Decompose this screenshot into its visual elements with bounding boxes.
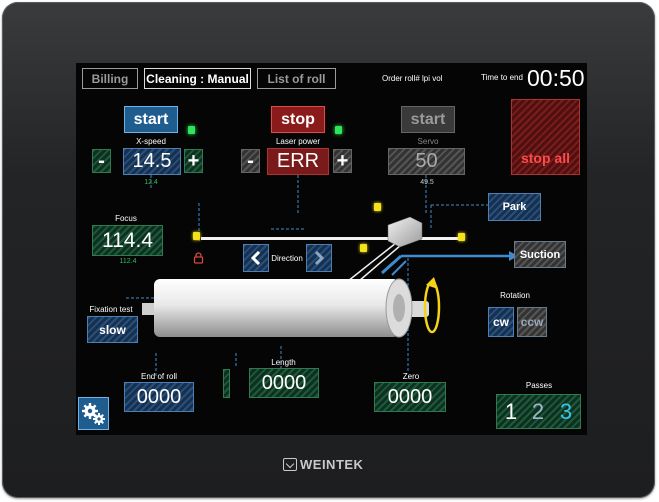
end-of-roll-indicator bbox=[223, 369, 230, 398]
passes-label: Passes bbox=[525, 381, 553, 390]
head-bottom-led bbox=[360, 244, 367, 252]
chevron-left-icon bbox=[250, 251, 261, 265]
rotation-ccw-button[interactable]: ccw bbox=[517, 307, 547, 337]
zero-label: Zero bbox=[402, 372, 420, 381]
brand-name: WEINTEK bbox=[300, 457, 364, 472]
suction-label: Suction bbox=[519, 248, 561, 261]
passes-option-1-label: 1 bbox=[504, 398, 518, 424]
settings-button[interactable] bbox=[78, 397, 109, 430]
rotation-cw-button[interactable]: cw bbox=[488, 307, 514, 337]
end-of-roll-value-text: 0000 bbox=[136, 385, 182, 408]
length-value-text: 0000 bbox=[261, 371, 307, 394]
fixation-slow-label: slow bbox=[99, 322, 126, 337]
passes-option-2[interactable]: 2 bbox=[525, 396, 551, 427]
rotation-cw-label: cw bbox=[492, 315, 509, 329]
zero-value-text: 0000 bbox=[387, 385, 433, 408]
park-label: Park bbox=[502, 201, 527, 213]
end-of-roll-label: End of roll bbox=[140, 372, 178, 381]
zero-value[interactable]: 0000 bbox=[374, 382, 446, 412]
rotation-label: Rotation bbox=[500, 291, 530, 300]
head-top-led bbox=[374, 203, 381, 211]
rotation-ccw-label: ccw bbox=[520, 315, 544, 329]
fixation-test-label: Fixation test bbox=[89, 305, 133, 314]
passes-option-3[interactable]: 3 bbox=[553, 396, 579, 427]
park-button[interactable]: Park bbox=[488, 193, 541, 221]
end-of-roll-value[interactable]: 0000 bbox=[124, 382, 194, 412]
weintek-logo: WEINTEK bbox=[283, 457, 363, 472]
hmi-screen: Billing Cleaning : Manual List of roll O… bbox=[76, 63, 587, 435]
passes-option-3-label: 3 bbox=[559, 398, 573, 424]
chevron-right-icon bbox=[314, 251, 325, 265]
direction-label: Direction bbox=[271, 254, 303, 263]
weintek-logo-icon bbox=[283, 458, 297, 471]
passes-option-1[interactable]: 1 bbox=[498, 396, 524, 427]
fixation-slow-button[interactable]: slow bbox=[87, 316, 138, 343]
length-label: Length bbox=[271, 358, 296, 367]
left-limit-led bbox=[193, 232, 200, 240]
lock-icon bbox=[193, 251, 204, 264]
direction-right-button[interactable] bbox=[306, 244, 332, 272]
direction-left-button[interactable] bbox=[243, 244, 269, 272]
settings-gears-icon bbox=[81, 402, 105, 425]
passes-option-2-label: 2 bbox=[531, 398, 545, 424]
length-value[interactable]: 0000 bbox=[249, 368, 319, 398]
right-limit-led bbox=[458, 233, 465, 241]
suction-button[interactable]: Suction bbox=[514, 241, 566, 268]
